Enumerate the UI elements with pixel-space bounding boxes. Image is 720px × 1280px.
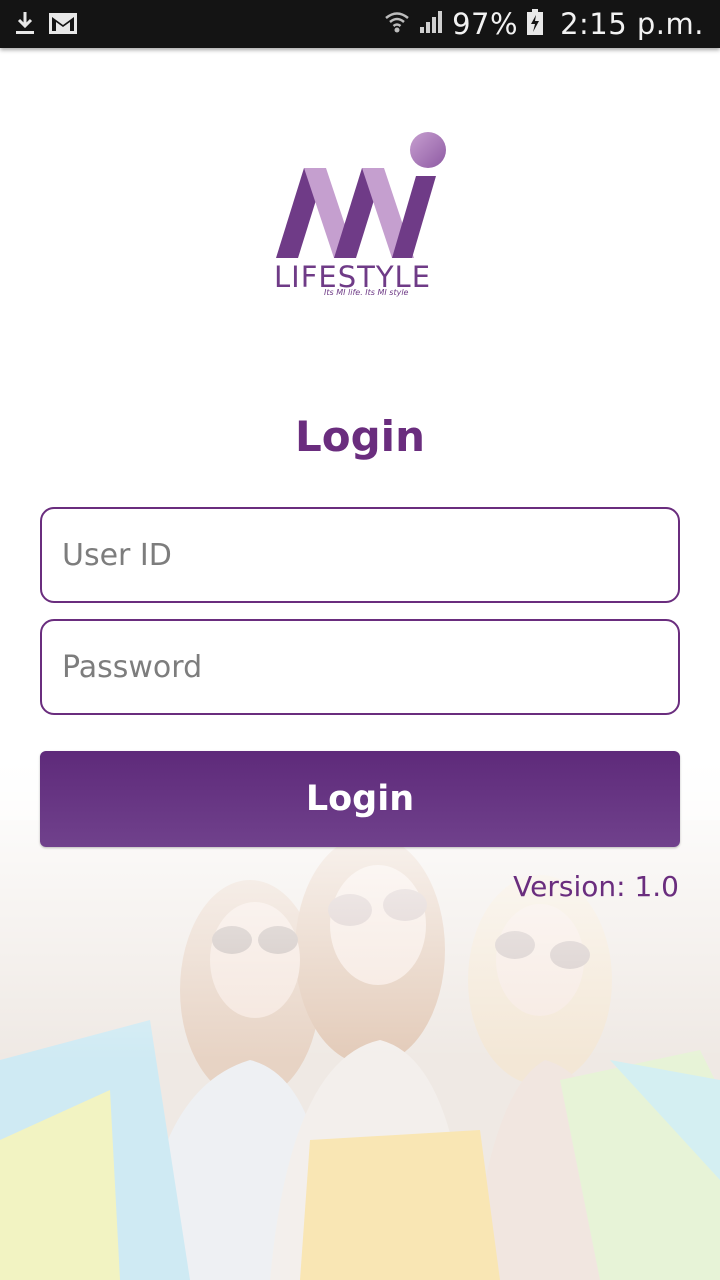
logo-tagline: Its MI life. Its MI style [324, 288, 409, 297]
login-button[interactable]: Login [40, 751, 680, 847]
page-title: Login [295, 412, 425, 461]
wifi-icon [384, 9, 410, 39]
password-field[interactable] [40, 619, 680, 715]
battery-percent: 97% [452, 7, 519, 41]
password-input[interactable] [42, 621, 678, 713]
app-logo: LIFESTYLE Its MI life. Its MI style [270, 128, 455, 303]
gmail-icon [48, 10, 78, 40]
status-bar-right: 97% 2:15 p.m. [384, 0, 704, 48]
logo-mark [276, 132, 446, 258]
version-label: Version: 1.0 [513, 870, 679, 903]
user-id-input[interactable] [42, 509, 678, 601]
battery-charging-icon [526, 8, 544, 40]
signal-icon [418, 9, 444, 39]
download-icon [14, 10, 36, 40]
clock: 2:15 p.m. [560, 7, 704, 41]
status-bar: 97% 2:15 p.m. [0, 0, 720, 48]
status-bar-left [14, 10, 78, 40]
user-id-field[interactable] [40, 507, 680, 603]
